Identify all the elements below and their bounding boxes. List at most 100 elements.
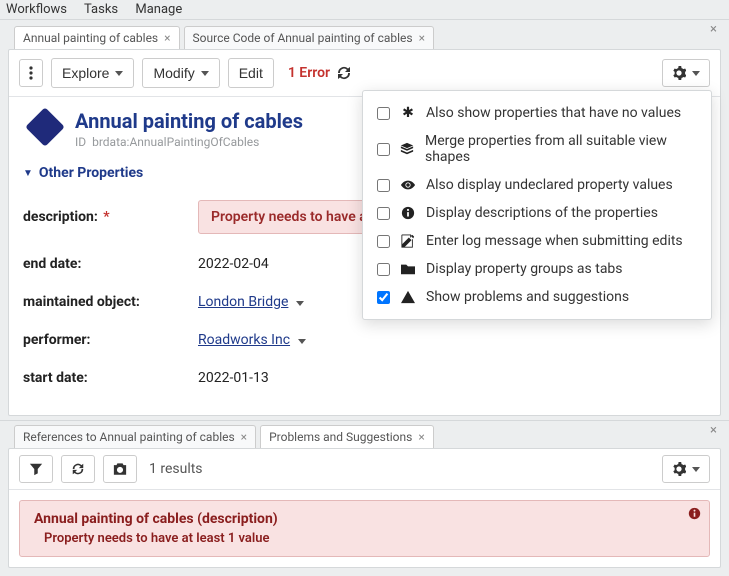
checkbox[interactable] <box>377 291 390 304</box>
refresh-icon <box>336 66 352 80</box>
close-icon[interactable]: × <box>164 31 170 45</box>
lower-tabs: References to Annual painting of cables … <box>0 420 729 448</box>
main-panel: Explore Modify Edit 1 Error ✱ Also show … <box>8 49 721 416</box>
chevron-down-icon <box>201 71 209 76</box>
explore-button[interactable]: Explore <box>51 58 134 88</box>
problems-toolbar: 1 results <box>9 449 720 490</box>
problems-panel: 1 results Annual painting of cables (des… <box>8 448 721 568</box>
error-text: 1 Error <box>288 65 330 81</box>
setting-groups-tabs[interactable]: Display property groups as tabs <box>363 255 711 283</box>
link-roadworks-inc[interactable]: Roadworks Inc <box>198 332 290 348</box>
camera-icon <box>113 462 127 476</box>
warning-icon <box>400 290 416 304</box>
setting-log-message[interactable]: Enter log message when submitting edits <box>363 227 711 255</box>
setting-label: Also show properties that have no values <box>426 105 681 121</box>
entity-id: ID brdata:AnnualPaintingOfCables <box>75 135 303 149</box>
checkbox[interactable] <box>377 263 390 276</box>
lower-container: References to Annual painting of cables … <box>0 420 729 576</box>
filter-button[interactable] <box>19 455 53 483</box>
property-label: description: * <box>23 209 198 225</box>
tab-label: Annual painting of cables <box>23 31 158 45</box>
chevron-down-icon[interactable] <box>296 301 304 306</box>
button-label: Modify <box>153 65 194 81</box>
setting-label: Merge properties from all suitable view … <box>425 133 697 165</box>
property-value[interactable]: 2022-02-04 <box>198 256 269 272</box>
entity-icon <box>25 107 65 147</box>
refresh-icon <box>71 462 85 476</box>
checkbox[interactable] <box>377 143 390 156</box>
tab-label: References to Annual painting of cables <box>23 430 235 444</box>
error-indicator[interactable]: 1 Error <box>288 65 352 81</box>
setting-merge-shapes[interactable]: Merge properties from all suitable view … <box>363 127 711 171</box>
asterisk-icon: ✱ <box>400 105 416 121</box>
tab-label: Source Code of Annual painting of cables <box>193 31 413 45</box>
section-title: Other Properties <box>39 165 143 181</box>
menu-workflows[interactable]: Workflows <box>6 2 67 17</box>
checkbox[interactable] <box>377 207 390 220</box>
folder-icon <box>400 262 416 276</box>
close-icon[interactable]: × <box>241 430 247 444</box>
chevron-down-icon[interactable] <box>298 339 306 344</box>
property-row-start-date: start date: 2022-01-13 <box>23 359 706 397</box>
editor-tabs: Annual painting of cables × Source Code … <box>0 20 729 49</box>
property-label: maintained object: <box>23 294 198 310</box>
settings-dropdown: ✱ Also show properties that have no valu… <box>362 90 712 320</box>
setting-show-problems[interactable]: Show problems and suggestions <box>363 283 711 311</box>
info-icon <box>400 206 416 220</box>
chevron-down-icon <box>692 71 700 76</box>
property-value[interactable]: 2022-01-13 <box>198 370 269 386</box>
chevron-down-icon <box>692 467 700 472</box>
checkbox[interactable] <box>377 107 390 120</box>
id-value: brdata:AnnualPaintingOfCables <box>92 135 259 149</box>
refresh-button[interactable] <box>61 455 95 483</box>
close-icon[interactable]: × <box>418 430 424 444</box>
setting-label: Also display undeclared property values <box>426 177 673 193</box>
link-london-bridge[interactable]: London Bridge <box>198 294 288 310</box>
menu-tasks[interactable]: Tasks <box>84 2 118 17</box>
property-row-performer: performer: Roadworks Inc <box>23 321 706 359</box>
checkbox[interactable] <box>377 235 390 248</box>
required-icon: * <box>100 209 110 225</box>
gear-icon <box>672 66 686 80</box>
setting-show-empty[interactable]: ✱ Also show properties that have no valu… <box>363 99 711 127</box>
more-button[interactable] <box>19 59 43 87</box>
results-count: 1 results <box>149 461 203 477</box>
eye-icon <box>400 178 416 192</box>
button-label: Edit <box>239 65 263 81</box>
tab-problems[interactable]: Problems and Suggestions × <box>260 425 434 448</box>
setting-label: Display descriptions of the properties <box>426 205 658 221</box>
gear-icon <box>672 462 686 476</box>
settings-button[interactable] <box>662 59 710 87</box>
tab-source-code[interactable]: Source Code of Annual painting of cables… <box>184 26 434 49</box>
tab-annual-painting[interactable]: Annual painting of cables × <box>14 26 180 49</box>
settings-button[interactable] <box>662 455 710 483</box>
id-label: ID <box>75 135 86 149</box>
setting-undeclared[interactable]: Also display undeclared property values <box>363 171 711 199</box>
modify-button[interactable]: Modify <box>142 58 219 88</box>
property-value[interactable]: Roadworks Inc <box>198 332 306 348</box>
property-value[interactable]: London Bridge <box>198 294 304 310</box>
problem-card[interactable]: Annual painting of cables (description) … <box>19 500 710 557</box>
close-icon[interactable]: × <box>710 22 717 37</box>
setting-label: Enter log message when submitting edits <box>426 233 683 249</box>
entity-title: Annual painting of cables <box>75 109 303 133</box>
close-icon[interactable]: × <box>710 423 717 438</box>
tab-references[interactable]: References to Annual painting of cables … <box>14 425 256 448</box>
close-icon[interactable]: × <box>419 31 425 45</box>
property-label: end date: <box>23 256 198 272</box>
problem-title: Annual painting of cables (description) <box>34 511 695 527</box>
button-label: Explore <box>62 65 109 81</box>
menubar: Workflows Tasks Manage <box>0 0 729 20</box>
info-icon[interactable] <box>688 507 701 520</box>
vertical-dots-icon <box>29 66 33 80</box>
menu-manage[interactable]: Manage <box>135 2 182 17</box>
tab-label: Problems and Suggestions <box>269 430 412 444</box>
snapshot-button[interactable] <box>103 455 137 483</box>
chevron-down-icon <box>115 71 123 76</box>
setting-descriptions[interactable]: Display descriptions of the properties <box>363 199 711 227</box>
collapse-icon: ▼ <box>23 168 33 179</box>
filter-icon <box>29 462 43 476</box>
property-label: performer: <box>23 332 198 348</box>
edit-button[interactable]: Edit <box>228 58 274 88</box>
checkbox[interactable] <box>377 179 390 192</box>
